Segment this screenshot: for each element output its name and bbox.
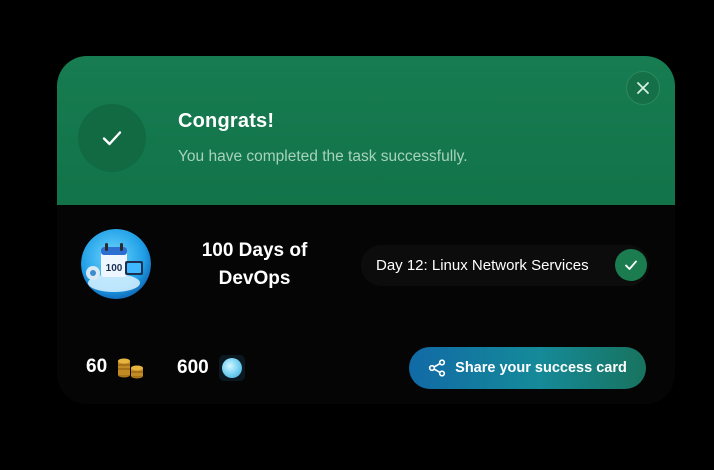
share-success-card-button[interactable]: Share your success card	[409, 347, 646, 389]
close-button[interactable]	[626, 71, 660, 105]
course-image: 100	[81, 229, 151, 299]
page-title: Congrats!	[178, 110, 275, 132]
close-icon	[637, 82, 649, 94]
gems-reward: 600	[177, 355, 245, 381]
check-icon	[97, 123, 127, 153]
task-label: Day 12: Linux Network Services	[376, 257, 589, 274]
share-button-label: Share your success card	[455, 360, 627, 376]
share-icon	[429, 359, 446, 377]
coin-stack-icon	[117, 355, 145, 379]
gem-icon	[218, 355, 245, 381]
task-status: Day 12: Linux Network Services	[361, 245, 649, 286]
modal-body: 100 100 Days of DevOps Day 12: Linux Net…	[57, 205, 675, 404]
success-header: Congrats! You have completed the task su…	[57, 56, 675, 205]
success-message: You have completed the task successfully…	[178, 148, 468, 165]
coins-count: 60	[86, 356, 108, 377]
svg-text:100: 100	[106, 263, 123, 274]
coins-reward: 60	[86, 355, 145, 379]
course-name: 100 Days of DevOps	[201, 240, 308, 289]
success-modal: Congrats! You have completed the task su…	[57, 56, 675, 404]
success-badge	[78, 104, 146, 172]
gems-count: 600	[177, 357, 209, 378]
check-icon	[615, 249, 647, 281]
